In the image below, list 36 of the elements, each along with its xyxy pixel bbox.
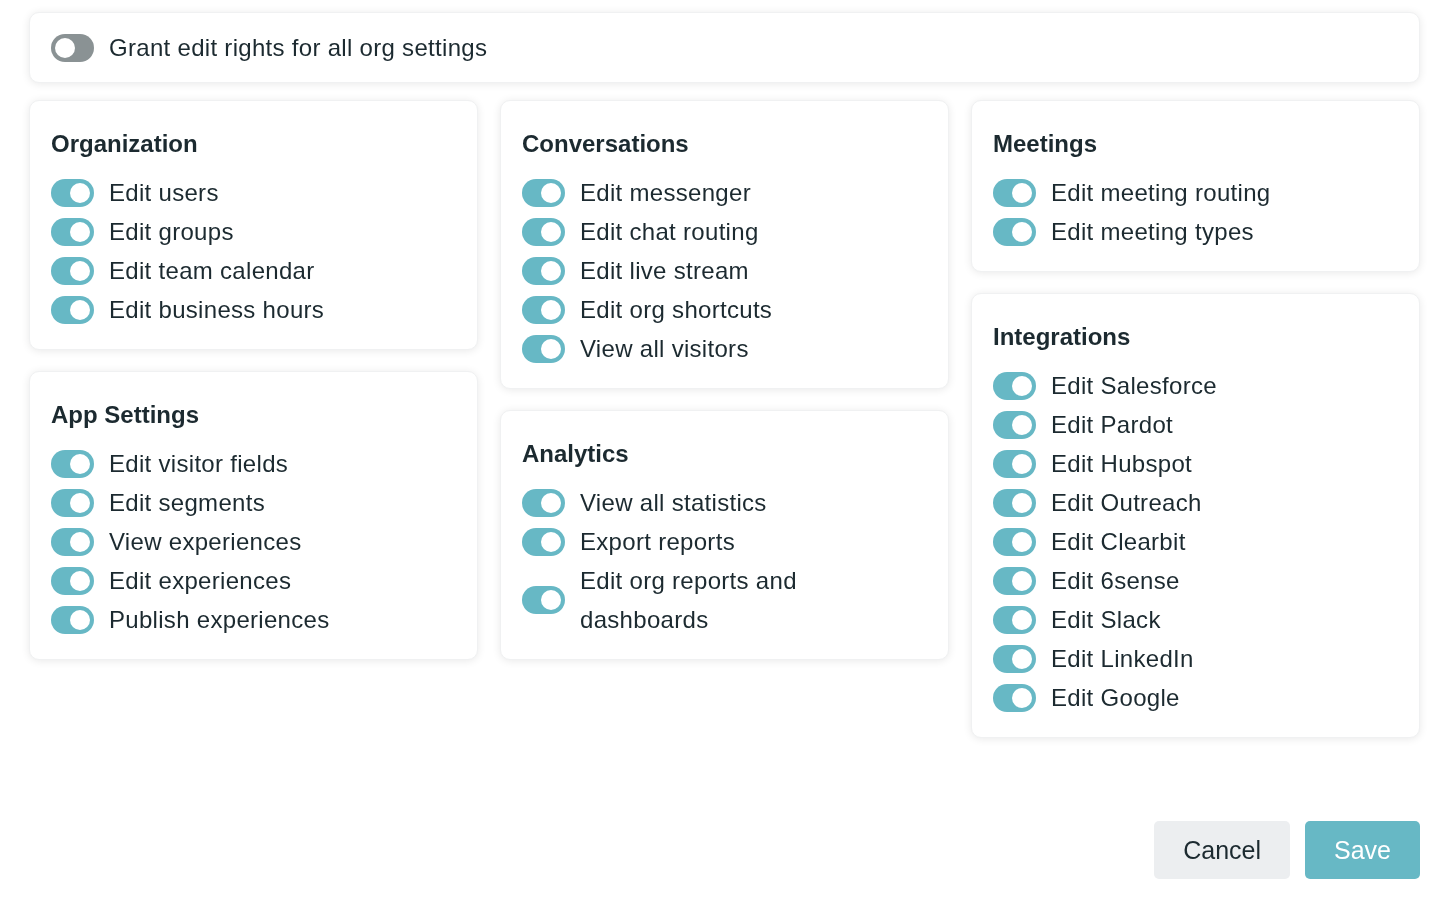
section-title: Conversations <box>522 130 690 158</box>
cancel-button[interactable]: Cancel <box>1154 821 1290 879</box>
section-title: Analytics <box>522 440 630 468</box>
toggle-label: Edit visitor fields <box>109 449 289 479</box>
toggle-label: Edit segments <box>109 488 265 518</box>
section-title: Organization <box>51 130 199 158</box>
section-title: Meetings <box>993 130 1098 158</box>
toggle-label: Edit meeting routing <box>1051 178 1271 208</box>
toggle-label: Edit messenger <box>580 178 751 208</box>
toggle-label: Edit experiences <box>109 566 292 596</box>
toggle-label: Export reports <box>580 527 735 557</box>
toggle-label: View experiences <box>109 527 302 557</box>
toggle-label: Edit Clearbit <box>1051 527 1186 557</box>
toggle-label: Publish experiences <box>109 605 330 635</box>
toggle-label: Edit LinkedIn <box>1051 644 1194 674</box>
toggle-label: Edit live stream <box>580 256 749 286</box>
toggle-label: Edit Salesforce <box>1051 371 1217 401</box>
toggle-label: Edit meeting types <box>1051 217 1254 247</box>
toggle-label: Edit team calendar <box>109 256 315 286</box>
section-title: Integrations <box>993 323 1132 351</box>
toggle-label: Edit Google <box>1051 683 1180 713</box>
toggle-label: View all visitors <box>580 334 749 364</box>
toggle-label: Edit Slack <box>1051 605 1161 635</box>
toggle-label: Edit org reports and dashboards <box>580 566 798 635</box>
section-title: App Settings <box>51 401 200 429</box>
toggle-label: Edit org shortcuts <box>580 295 773 325</box>
toggle-label: Edit 6sense <box>1051 566 1180 596</box>
toggle-label: Edit Outreach <box>1051 488 1202 518</box>
toggle-label: Edit Pardot <box>1051 410 1174 440</box>
toggle-label: Edit chat routing <box>580 217 759 247</box>
toggle-label: Edit business hours <box>109 295 325 325</box>
toggle-label: Edit groups <box>109 217 234 247</box>
toggle-label: Grant edit rights for all org settings <box>109 33 488 63</box>
toggle-label: Edit users <box>109 178 219 208</box>
toggle-label: Edit Hubspot <box>1051 449 1192 479</box>
toggle-label: View all statistics <box>580 488 767 518</box>
